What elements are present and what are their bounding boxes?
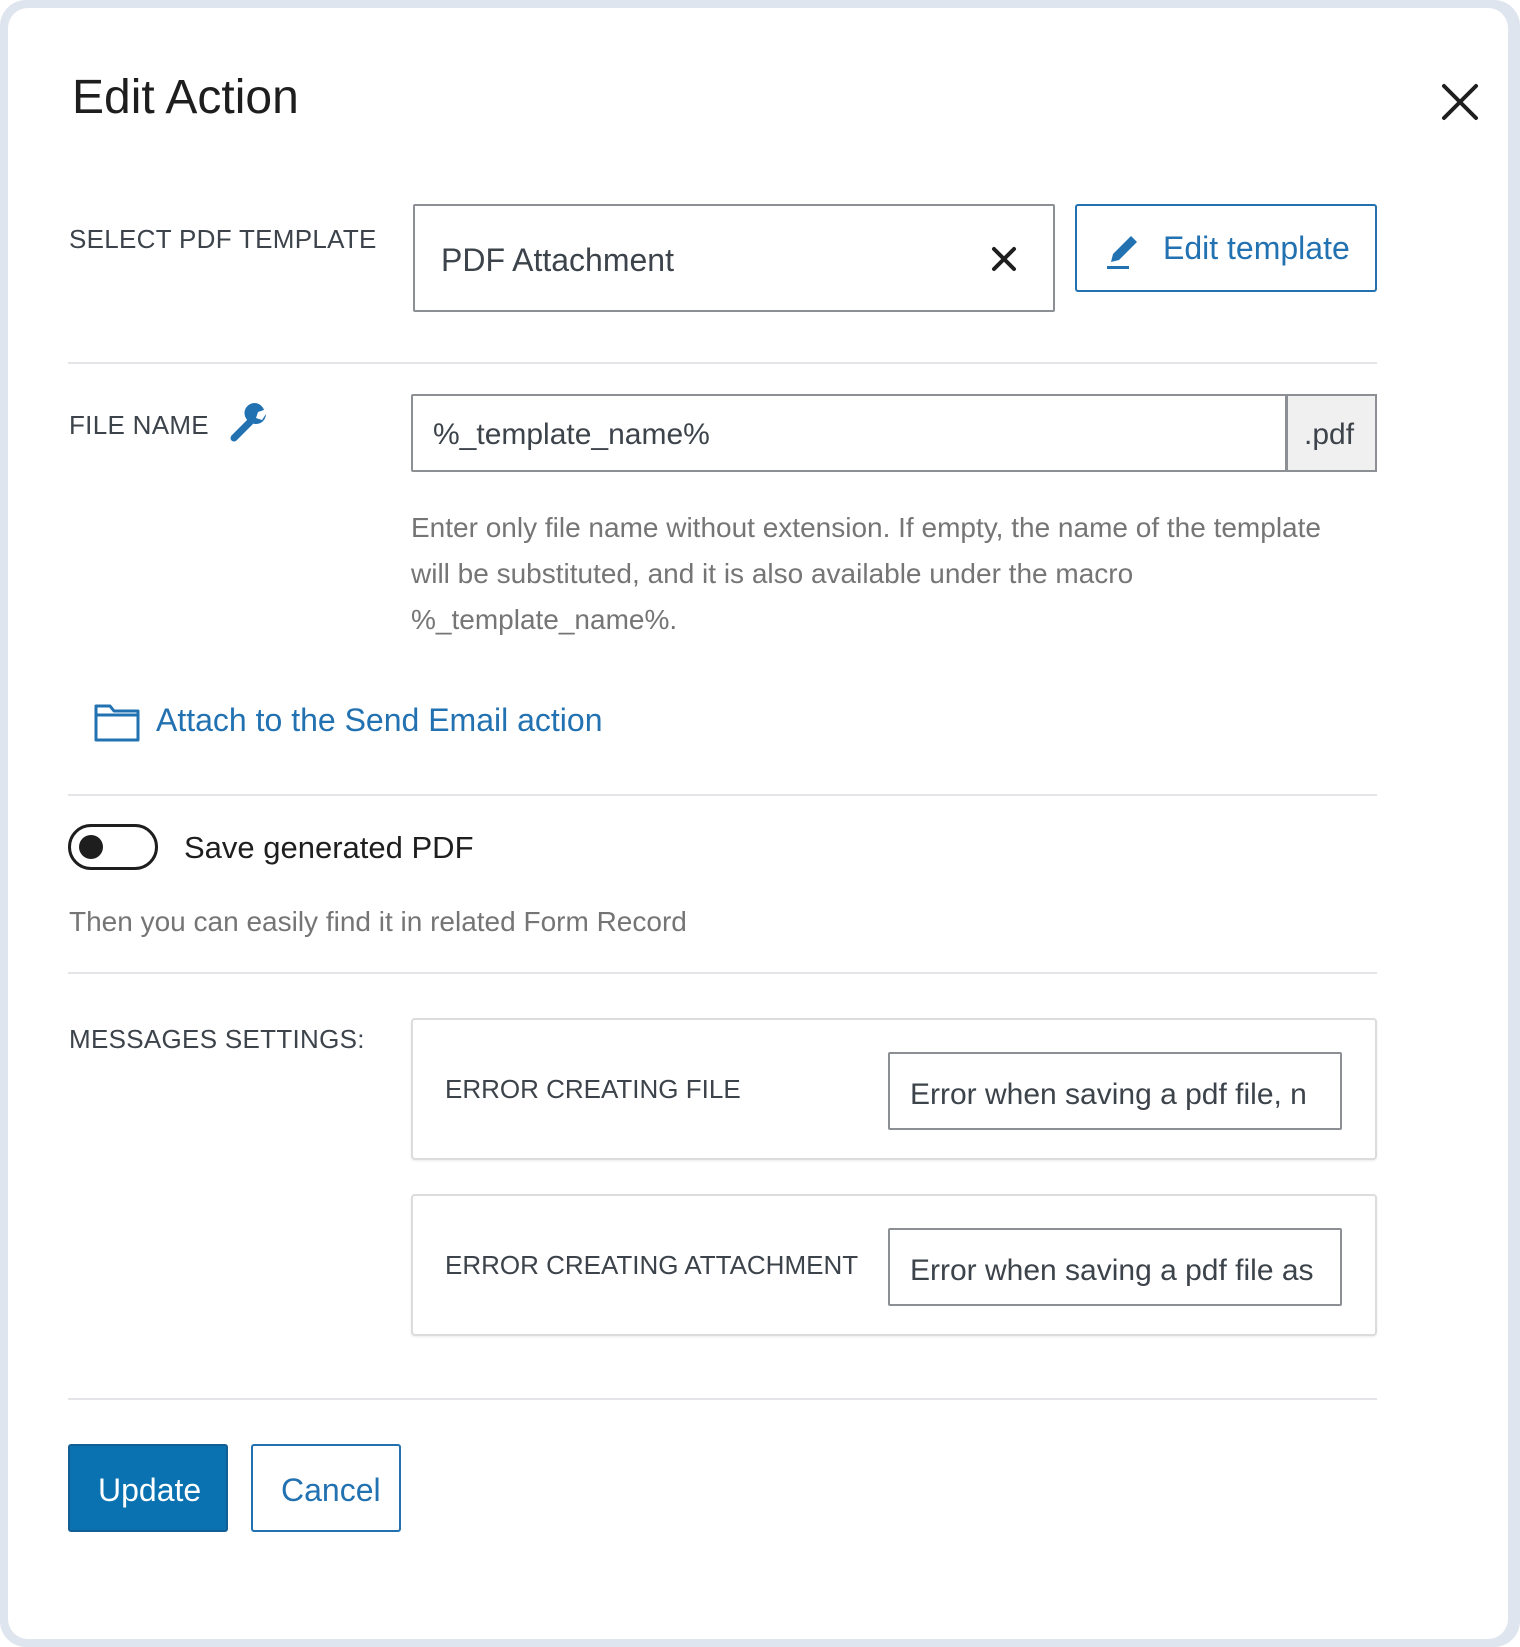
clear-x-icon [992, 247, 1016, 271]
cancel-button-label: Cancel [281, 1472, 381, 1508]
dialog-title: Edit Action [72, 71, 299, 124]
message-setting-card: ERROR CREATING ATTACHMENT Error when sav… [411, 1194, 1377, 1336]
toggle-knob [79, 835, 103, 859]
edit-action-dialog: Edit Action SELECT PDF TEMPLATE PDF Atta… [8, 8, 1508, 1639]
file-name-label: FILE NAME [69, 410, 209, 440]
dialog-frame: Edit Action SELECT PDF TEMPLATE PDF Atta… [0, 0, 1520, 1647]
section-divider [68, 972, 1377, 974]
save-pdf-toggle[interactable] [68, 824, 158, 870]
file-name-help-2: will be substituted, and it is also avai… [411, 558, 1134, 589]
close-button[interactable] [1436, 78, 1484, 126]
messages-settings-label: MESSAGES SETTINGS: [69, 1024, 365, 1054]
message-setting-label: ERROR CREATING ATTACHMENT [445, 1250, 859, 1280]
macro-button[interactable] [228, 400, 272, 444]
edit-template-label: Edit template [1163, 230, 1350, 266]
section-divider [68, 362, 1377, 364]
file-name-input[interactable]: %_template_name% [411, 394, 1287, 472]
message-setting-card: ERROR CREATING FILE Error when saving a … [411, 1018, 1377, 1160]
template-select-value: PDF Attachment [441, 242, 674, 278]
file-name-help-1: Enter only file name without extension. … [411, 512, 1321, 543]
select-template-label: SELECT PDF TEMPLATE [69, 224, 377, 254]
file-name-help-3: %_template_name%. [411, 604, 678, 635]
update-button[interactable]: Update [68, 1444, 228, 1532]
folder-icon [94, 704, 140, 742]
extension-text: .pdf [1304, 418, 1355, 451]
error-creating-file-value: Error when saving a pdf file, n [910, 1078, 1307, 1111]
attach-send-email-link[interactable]: Attach to the Send Email action [94, 698, 614, 746]
clear-selection-button[interactable] [987, 242, 1021, 276]
template-select[interactable]: PDF Attachment [413, 204, 1055, 312]
section-divider [68, 794, 1377, 796]
message-setting-label: ERROR CREATING FILE [445, 1074, 741, 1104]
error-creating-attachment-value: Error when saving a pdf file as [910, 1254, 1314, 1287]
pencil-icon [1107, 236, 1137, 269]
edit-template-button[interactable]: Edit template [1075, 204, 1377, 292]
file-name-value: %_template_name% [433, 418, 710, 451]
error-creating-file-input[interactable]: Error when saving a pdf file, n [888, 1052, 1342, 1130]
close-icon [1442, 84, 1478, 120]
save-pdf-help: Then you can easily find it in related F… [69, 906, 687, 937]
wrench-icon [230, 403, 266, 442]
section-divider [68, 1398, 1377, 1400]
cancel-button[interactable]: Cancel [251, 1444, 401, 1532]
save-pdf-label: Save generated PDF [184, 830, 474, 865]
update-button-label: Update [98, 1472, 202, 1508]
error-creating-attachment-input[interactable]: Error when saving a pdf file as [888, 1228, 1342, 1306]
extension-addon: .pdf [1286, 394, 1377, 472]
attach-link-label: Attach to the Send Email action [156, 702, 603, 738]
